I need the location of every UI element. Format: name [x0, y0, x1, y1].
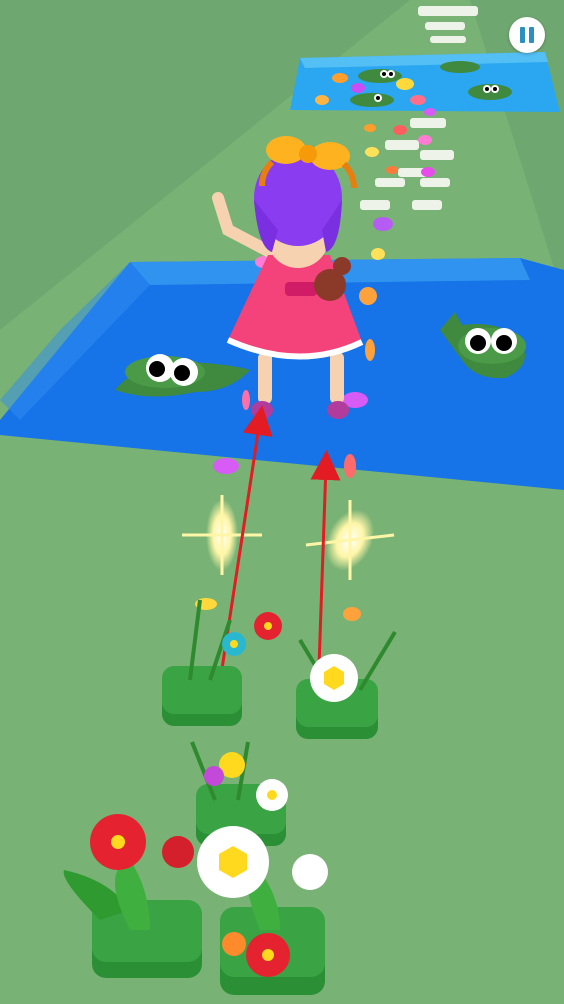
flower-white-small [256, 779, 288, 811]
flower-red [254, 612, 282, 640]
flower-white-daisy [310, 654, 358, 702]
flower-cyan [222, 632, 246, 656]
game-scene [0, 0, 564, 1004]
pause-icon [520, 27, 525, 43]
pause-button[interactable] [509, 17, 545, 53]
